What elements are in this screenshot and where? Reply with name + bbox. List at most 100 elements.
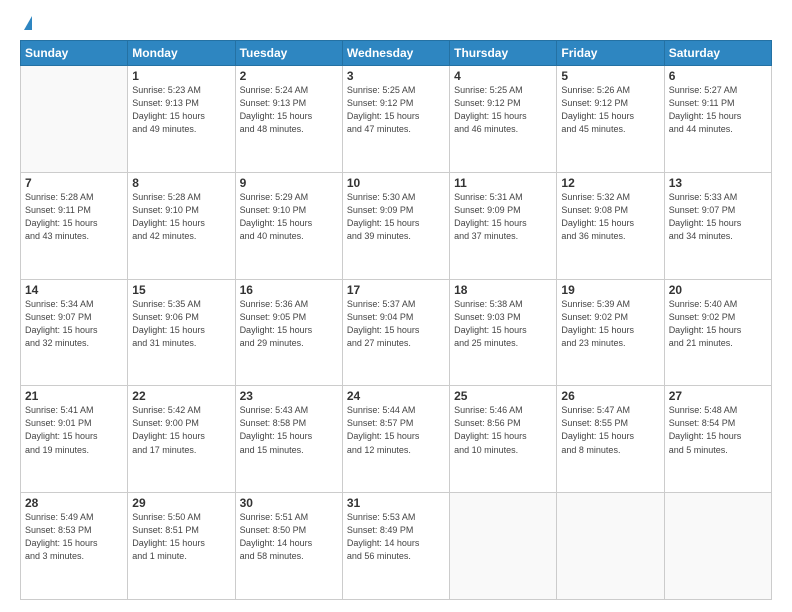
day-info: Sunrise: 5:39 AM Sunset: 9:02 PM Dayligh…	[561, 298, 659, 350]
calendar-day-cell: 3Sunrise: 5:25 AM Sunset: 9:12 PM Daylig…	[342, 66, 449, 173]
header	[20, 16, 772, 32]
day-number: 7	[25, 176, 123, 190]
day-number: 28	[25, 496, 123, 510]
calendar-day-cell: 17Sunrise: 5:37 AM Sunset: 9:04 PM Dayli…	[342, 279, 449, 386]
day-number: 1	[132, 69, 230, 83]
day-info: Sunrise: 5:26 AM Sunset: 9:12 PM Dayligh…	[561, 84, 659, 136]
calendar-day-cell: 22Sunrise: 5:42 AM Sunset: 9:00 PM Dayli…	[128, 386, 235, 493]
day-number: 22	[132, 389, 230, 403]
calendar-day-cell: 9Sunrise: 5:29 AM Sunset: 9:10 PM Daylig…	[235, 172, 342, 279]
day-info: Sunrise: 5:25 AM Sunset: 9:12 PM Dayligh…	[347, 84, 445, 136]
day-info: Sunrise: 5:49 AM Sunset: 8:53 PM Dayligh…	[25, 511, 123, 563]
day-info: Sunrise: 5:37 AM Sunset: 9:04 PM Dayligh…	[347, 298, 445, 350]
day-info: Sunrise: 5:42 AM Sunset: 9:00 PM Dayligh…	[132, 404, 230, 456]
day-info: Sunrise: 5:50 AM Sunset: 8:51 PM Dayligh…	[132, 511, 230, 563]
calendar-day-header: Wednesday	[342, 41, 449, 66]
day-info: Sunrise: 5:53 AM Sunset: 8:49 PM Dayligh…	[347, 511, 445, 563]
day-info: Sunrise: 5:23 AM Sunset: 9:13 PM Dayligh…	[132, 84, 230, 136]
calendar-day-cell: 10Sunrise: 5:30 AM Sunset: 9:09 PM Dayli…	[342, 172, 449, 279]
calendar-day-cell: 5Sunrise: 5:26 AM Sunset: 9:12 PM Daylig…	[557, 66, 664, 173]
day-number: 5	[561, 69, 659, 83]
day-info: Sunrise: 5:43 AM Sunset: 8:58 PM Dayligh…	[240, 404, 338, 456]
calendar-day-cell: 26Sunrise: 5:47 AM Sunset: 8:55 PM Dayli…	[557, 386, 664, 493]
day-number: 2	[240, 69, 338, 83]
day-info: Sunrise: 5:41 AM Sunset: 9:01 PM Dayligh…	[25, 404, 123, 456]
day-number: 31	[347, 496, 445, 510]
day-number: 12	[561, 176, 659, 190]
day-number: 4	[454, 69, 552, 83]
day-info: Sunrise: 5:28 AM Sunset: 9:10 PM Dayligh…	[132, 191, 230, 243]
day-info: Sunrise: 5:30 AM Sunset: 9:09 PM Dayligh…	[347, 191, 445, 243]
calendar-day-cell: 28Sunrise: 5:49 AM Sunset: 8:53 PM Dayli…	[21, 493, 128, 600]
calendar-day-cell: 25Sunrise: 5:46 AM Sunset: 8:56 PM Dayli…	[450, 386, 557, 493]
day-number: 21	[25, 389, 123, 403]
day-info: Sunrise: 5:51 AM Sunset: 8:50 PM Dayligh…	[240, 511, 338, 563]
calendar-week-row: 14Sunrise: 5:34 AM Sunset: 9:07 PM Dayli…	[21, 279, 772, 386]
day-info: Sunrise: 5:48 AM Sunset: 8:54 PM Dayligh…	[669, 404, 767, 456]
day-number: 30	[240, 496, 338, 510]
day-number: 8	[132, 176, 230, 190]
calendar-day-cell: 18Sunrise: 5:38 AM Sunset: 9:03 PM Dayli…	[450, 279, 557, 386]
day-number: 19	[561, 283, 659, 297]
day-number: 9	[240, 176, 338, 190]
calendar-day-cell: 23Sunrise: 5:43 AM Sunset: 8:58 PM Dayli…	[235, 386, 342, 493]
day-info: Sunrise: 5:36 AM Sunset: 9:05 PM Dayligh…	[240, 298, 338, 350]
day-info: Sunrise: 5:31 AM Sunset: 9:09 PM Dayligh…	[454, 191, 552, 243]
calendar-day-cell	[450, 493, 557, 600]
calendar-day-header: Tuesday	[235, 41, 342, 66]
day-info: Sunrise: 5:35 AM Sunset: 9:06 PM Dayligh…	[132, 298, 230, 350]
day-number: 25	[454, 389, 552, 403]
calendar-day-cell: 2Sunrise: 5:24 AM Sunset: 9:13 PM Daylig…	[235, 66, 342, 173]
day-number: 3	[347, 69, 445, 83]
logo	[20, 16, 32, 32]
calendar-day-cell: 27Sunrise: 5:48 AM Sunset: 8:54 PM Dayli…	[664, 386, 771, 493]
calendar-day-cell	[557, 493, 664, 600]
calendar-day-cell: 7Sunrise: 5:28 AM Sunset: 9:11 PM Daylig…	[21, 172, 128, 279]
calendar-week-row: 21Sunrise: 5:41 AM Sunset: 9:01 PM Dayli…	[21, 386, 772, 493]
day-number: 27	[669, 389, 767, 403]
calendar-day-cell: 6Sunrise: 5:27 AM Sunset: 9:11 PM Daylig…	[664, 66, 771, 173]
day-number: 20	[669, 283, 767, 297]
calendar-day-cell: 16Sunrise: 5:36 AM Sunset: 9:05 PM Dayli…	[235, 279, 342, 386]
calendar-table: SundayMondayTuesdayWednesdayThursdayFrid…	[20, 40, 772, 600]
day-number: 15	[132, 283, 230, 297]
day-number: 24	[347, 389, 445, 403]
calendar-day-header: Thursday	[450, 41, 557, 66]
calendar-day-cell: 8Sunrise: 5:28 AM Sunset: 9:10 PM Daylig…	[128, 172, 235, 279]
day-info: Sunrise: 5:47 AM Sunset: 8:55 PM Dayligh…	[561, 404, 659, 456]
calendar-day-cell: 13Sunrise: 5:33 AM Sunset: 9:07 PM Dayli…	[664, 172, 771, 279]
calendar-day-cell: 29Sunrise: 5:50 AM Sunset: 8:51 PM Dayli…	[128, 493, 235, 600]
calendar-day-cell: 15Sunrise: 5:35 AM Sunset: 9:06 PM Dayli…	[128, 279, 235, 386]
day-number: 18	[454, 283, 552, 297]
calendar-day-cell: 1Sunrise: 5:23 AM Sunset: 9:13 PM Daylig…	[128, 66, 235, 173]
day-info: Sunrise: 5:32 AM Sunset: 9:08 PM Dayligh…	[561, 191, 659, 243]
calendar-day-cell: 20Sunrise: 5:40 AM Sunset: 9:02 PM Dayli…	[664, 279, 771, 386]
calendar-day-cell: 14Sunrise: 5:34 AM Sunset: 9:07 PM Dayli…	[21, 279, 128, 386]
day-info: Sunrise: 5:46 AM Sunset: 8:56 PM Dayligh…	[454, 404, 552, 456]
calendar-day-cell: 21Sunrise: 5:41 AM Sunset: 9:01 PM Dayli…	[21, 386, 128, 493]
day-number: 17	[347, 283, 445, 297]
day-number: 23	[240, 389, 338, 403]
day-info: Sunrise: 5:27 AM Sunset: 9:11 PM Dayligh…	[669, 84, 767, 136]
calendar-day-cell: 4Sunrise: 5:25 AM Sunset: 9:12 PM Daylig…	[450, 66, 557, 173]
calendar-day-header: Monday	[128, 41, 235, 66]
day-number: 26	[561, 389, 659, 403]
day-number: 14	[25, 283, 123, 297]
calendar-day-header: Saturday	[664, 41, 771, 66]
day-info: Sunrise: 5:29 AM Sunset: 9:10 PM Dayligh…	[240, 191, 338, 243]
day-info: Sunrise: 5:38 AM Sunset: 9:03 PM Dayligh…	[454, 298, 552, 350]
calendar-day-cell: 30Sunrise: 5:51 AM Sunset: 8:50 PM Dayli…	[235, 493, 342, 600]
day-number: 11	[454, 176, 552, 190]
day-number: 29	[132, 496, 230, 510]
day-number: 16	[240, 283, 338, 297]
calendar-day-header: Friday	[557, 41, 664, 66]
page: SundayMondayTuesdayWednesdayThursdayFrid…	[0, 0, 792, 612]
calendar-day-cell: 31Sunrise: 5:53 AM Sunset: 8:49 PM Dayli…	[342, 493, 449, 600]
calendar-day-cell	[664, 493, 771, 600]
calendar-day-cell: 24Sunrise: 5:44 AM Sunset: 8:57 PM Dayli…	[342, 386, 449, 493]
day-number: 10	[347, 176, 445, 190]
day-info: Sunrise: 5:24 AM Sunset: 9:13 PM Dayligh…	[240, 84, 338, 136]
calendar-day-header: Sunday	[21, 41, 128, 66]
calendar-header-row: SundayMondayTuesdayWednesdayThursdayFrid…	[21, 41, 772, 66]
calendar-day-cell: 19Sunrise: 5:39 AM Sunset: 9:02 PM Dayli…	[557, 279, 664, 386]
